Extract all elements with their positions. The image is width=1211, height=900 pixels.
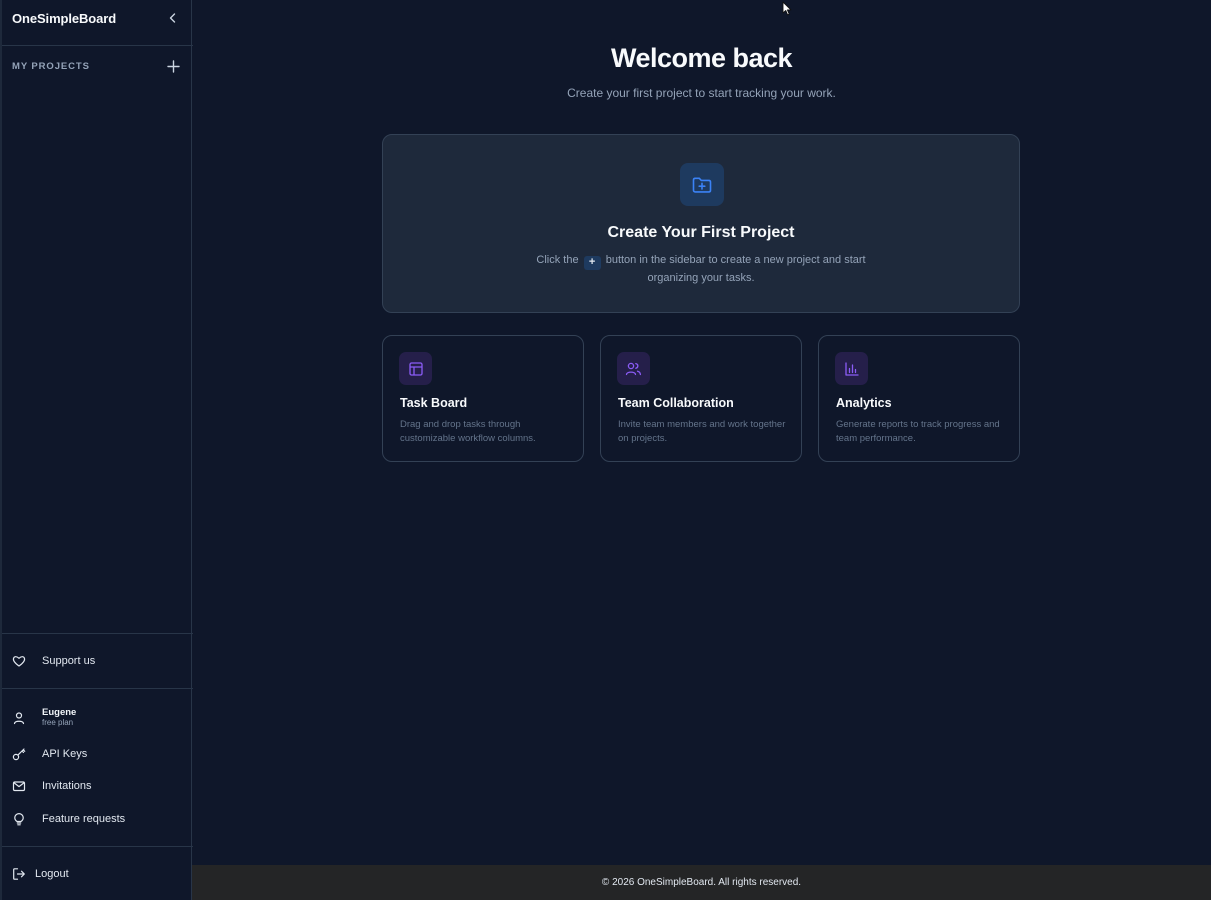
lightbulb-icon — [12, 812, 26, 826]
brand-logo-text: OneSimpleBoard — [12, 11, 117, 26]
feature-title: Team Collaboration — [618, 396, 734, 410]
create-project-title: Create Your First Project — [607, 224, 795, 241]
plus-icon — [166, 59, 180, 73]
my-projects-heading: MY PROJECTS — [12, 61, 90, 72]
page-subtitle: Create your first project to start track… — [567, 86, 836, 100]
layout-icon — [399, 352, 432, 385]
inline-plus-badge: + — [583, 256, 601, 270]
user-icon — [12, 711, 26, 725]
feature-card-task-board: Task Board Drag and drop tasks through c… — [382, 335, 584, 462]
user-plan: free plan — [42, 718, 74, 727]
create-project-description: Click the + button in the sidebar to cre… — [533, 252, 869, 287]
app-root: OneSimpleBoard MY PROJECTS Support us Eu… — [0, 0, 1211, 900]
mail-icon — [12, 779, 26, 793]
collapse-sidebar-button[interactable] — [164, 9, 182, 27]
create-project-card: Create Your First Project Click the + bu… — [382, 134, 1020, 313]
logout-button[interactable]: Logout — [12, 864, 182, 884]
sidebar-divider — [2, 846, 193, 847]
feature-card-team-collaboration: Team Collaboration Invite team members a… — [600, 335, 802, 462]
sidebar-item-label: Feature requests — [42, 813, 126, 825]
feature-description: Drag and drop tasks through customizable… — [400, 419, 536, 444]
support-us-link[interactable]: Support us — [12, 651, 182, 671]
users-icon — [617, 352, 650, 385]
desc-text-after: button in the sidebar to create a new pr… — [605, 254, 866, 284]
sidebar-divider — [2, 688, 193, 689]
logout-icon — [12, 867, 26, 881]
feature-title: Analytics — [836, 396, 892, 410]
mouse-cursor-icon — [782, 1, 792, 16]
user-profile[interactable]: Eugene free plan — [12, 707, 182, 731]
main-content: Welcome back Create your first project t… — [192, 0, 1211, 865]
user-name: Eugene — [42, 707, 77, 718]
sidebar-header: OneSimpleBoard — [2, 0, 193, 46]
bar-chart-icon — [835, 352, 868, 385]
desc-text-before: Click the — [536, 254, 579, 266]
sidebar-item-invitations[interactable]: Invitations — [12, 776, 182, 796]
chevron-left-icon — [169, 13, 176, 23]
add-project-button[interactable] — [165, 58, 181, 74]
sidebar-item-feature-requests[interactable]: Feature requests — [12, 809, 182, 829]
folder-plus-icon — [680, 163, 724, 206]
sidebar-divider — [2, 633, 193, 634]
sidebar-item-label: Invitations — [42, 780, 92, 792]
key-icon — [12, 747, 26, 761]
page-title: Welcome back — [610, 43, 793, 73]
footer: © 2026 OneSimpleBoard. All rights reserv… — [192, 865, 1211, 900]
footer-copyright: © 2026 OneSimpleBoard. All rights reserv… — [601, 877, 802, 888]
feature-description: Generate reports to track progress and t… — [836, 419, 1000, 444]
sidebar-item-api-keys[interactable]: API Keys — [12, 744, 182, 764]
sidebar: OneSimpleBoard MY PROJECTS Support us Eu… — [0, 0, 193, 900]
feature-card-analytics: Analytics Generate reports to track prog… — [818, 335, 1020, 462]
sidebar-item-label: API Keys — [42, 748, 88, 760]
feature-description: Invite team members and work together on… — [618, 419, 786, 444]
logout-label: Logout — [35, 868, 69, 880]
heart-icon — [12, 654, 26, 668]
feature-title: Task Board — [400, 396, 468, 410]
support-us-label: Support us — [42, 655, 96, 667]
